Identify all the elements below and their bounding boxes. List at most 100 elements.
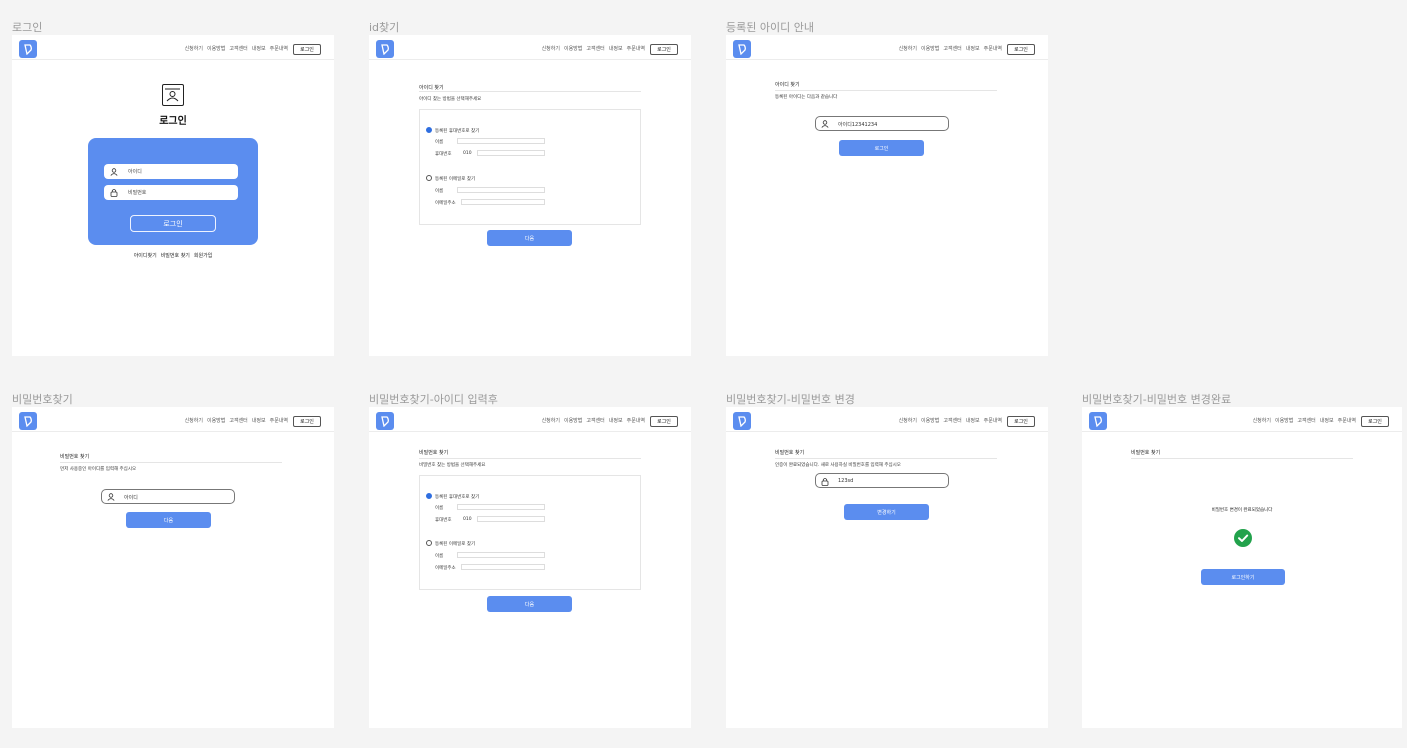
nav-item-support[interactable]: 고객센터 xyxy=(586,417,604,424)
radio-email[interactable] xyxy=(426,175,432,181)
nav-item-apply[interactable]: 신청하기 xyxy=(899,45,917,52)
email-field[interactable] xyxy=(461,199,545,205)
section-title: 비밀번호 찾기 xyxy=(60,454,90,460)
radio-phone-label: 등록된 휴대번호로 찾기 xyxy=(435,495,480,500)
nav-item-myinfo[interactable]: 내정보 xyxy=(609,417,623,424)
radio-phone[interactable] xyxy=(426,127,432,133)
divider xyxy=(60,462,282,463)
phone-field[interactable] xyxy=(477,516,545,522)
nav-item-support[interactable]: 고객센터 xyxy=(586,45,604,52)
next-button[interactable]: 다음 xyxy=(487,230,572,246)
header: 신청하기 이용방법 고객센터 내정보 주문내역 로그인 xyxy=(369,35,691,60)
new-password-input[interactable]: 123sd xyxy=(815,473,949,488)
header-login-button[interactable]: 로그인 xyxy=(293,416,321,427)
phone-prefix[interactable]: 010 xyxy=(463,151,472,156)
nav-item-orders[interactable]: 주문내역 xyxy=(984,45,1002,52)
name-label: 이름 xyxy=(435,506,444,511)
lock-icon xyxy=(821,477,829,486)
next-button[interactable]: 다음 xyxy=(487,596,572,612)
nav-item-howto[interactable]: 이용방법 xyxy=(564,417,582,424)
header-login-button[interactable]: 로그인 xyxy=(650,44,678,55)
logo-icon[interactable] xyxy=(1089,412,1107,430)
nav-item-myinfo[interactable]: 내정보 xyxy=(252,45,266,52)
nav-item-support[interactable]: 고객센터 xyxy=(1297,417,1315,424)
header-login-button[interactable]: 로그인 xyxy=(1007,416,1035,427)
header: 신청하기 이용방법 고객센터 내정보 주문내역 로그인 xyxy=(1082,407,1402,432)
nav-item-support[interactable]: 고객센터 xyxy=(229,45,247,52)
nav-item-howto[interactable]: 이용방법 xyxy=(207,417,225,424)
name-field[interactable] xyxy=(457,138,545,144)
change-password-button[interactable]: 변경하기 xyxy=(844,504,929,520)
frame-title-pw-done: 비밀번호찾기-비밀번호 변경완료 xyxy=(1082,393,1232,406)
nav-item-apply[interactable]: 신청하기 xyxy=(185,45,203,52)
nav-item-orders[interactable]: 주문내역 xyxy=(627,45,645,52)
header-login-button[interactable]: 로그인 xyxy=(1007,44,1035,55)
next-button[interactable]: 다음 xyxy=(126,512,211,528)
header: 신청하기 이용방법 고객센터 내정보 주문내역 로그인 xyxy=(726,35,1048,60)
logo-icon[interactable] xyxy=(733,40,751,58)
find-id-link[interactable]: 아이디찾기 xyxy=(134,252,157,259)
phone-label: 휴대번호 xyxy=(435,152,452,157)
header-login-button[interactable]: 로그인 xyxy=(650,416,678,427)
login-id-input[interactable]: 아이디 xyxy=(104,164,238,179)
nav-item-support[interactable]: 고객센터 xyxy=(943,417,961,424)
nav-item-apply[interactable]: 신청하기 xyxy=(185,417,203,424)
nav-item-orders[interactable]: 주문내역 xyxy=(270,45,288,52)
phone-field[interactable] xyxy=(477,150,545,156)
email-field[interactable] xyxy=(461,564,545,570)
frame-title-pw-change: 비밀번호찾기-비밀번호 변경 xyxy=(726,393,855,406)
header: 신청하기 이용방법 고객센터 내정보 주문내역 로그인 xyxy=(12,35,334,60)
nav-item-howto[interactable]: 이용방법 xyxy=(564,45,582,52)
section-desc: 인증이 완료되었습니다. 새로 사용하실 비밀번호를 입력해 주십시오 xyxy=(775,463,901,468)
nav-item-orders[interactable]: 주문내역 xyxy=(1338,417,1356,424)
logo-icon[interactable] xyxy=(376,412,394,430)
pw-id-input[interactable]: 아이디 xyxy=(101,489,235,504)
logo-icon[interactable] xyxy=(19,40,37,58)
signup-link[interactable]: 회원가입 xyxy=(194,252,212,259)
header: 신청하기 이용방법 고객센터 내정보 주문내역 로그인 xyxy=(726,407,1048,432)
nav-item-myinfo[interactable]: 내정보 xyxy=(252,417,266,424)
section-desc: 아이디 찾는 방법을 선택해주세요 xyxy=(419,97,482,102)
header-login-button[interactable]: 로그인 xyxy=(293,44,321,55)
logo-icon[interactable] xyxy=(733,412,751,430)
email-name-field[interactable] xyxy=(457,552,545,558)
nav-item-howto[interactable]: 이용방법 xyxy=(1275,417,1293,424)
nav-item-howto[interactable]: 이용방법 xyxy=(921,417,939,424)
frame-find-pw: 신청하기 이용방법 고객센터 내정보 주문내역 로그인 비밀번호 찾기 먼저 사… xyxy=(12,407,334,728)
nav-item-orders[interactable]: 주문내역 xyxy=(984,417,1002,424)
logo-icon[interactable] xyxy=(19,412,37,430)
header-login-button[interactable]: 로그인 xyxy=(1361,416,1389,427)
nav-item-myinfo[interactable]: 내정보 xyxy=(1320,417,1334,424)
nav-item-orders[interactable]: 주문내역 xyxy=(270,417,288,424)
nav-item-apply[interactable]: 신청하기 xyxy=(1253,417,1271,424)
login-button[interactable]: 로그인 xyxy=(839,140,924,156)
email-name-label: 이름 xyxy=(435,554,444,559)
logo-icon[interactable] xyxy=(376,40,394,58)
nav-item-support[interactable]: 고객센터 xyxy=(943,45,961,52)
go-login-button[interactable]: 로그인하기 xyxy=(1201,569,1285,585)
top-nav: 신청하기 이용방법 고객센터 내정보 주문내역 xyxy=(542,417,645,424)
name-field[interactable] xyxy=(457,504,545,510)
top-nav: 신청하기 이용방법 고객센터 내정보 주문내역 xyxy=(899,45,1002,52)
login-password-input[interactable]: 비밀번호 xyxy=(104,185,238,200)
section-desc: 등록된 아이디는 다음과 같습니다 xyxy=(775,95,838,100)
radio-email[interactable] xyxy=(426,540,432,546)
nav-item-support[interactable]: 고객센터 xyxy=(229,417,247,424)
nav-item-howto[interactable]: 이용방법 xyxy=(207,45,225,52)
section-title: 비밀번호 찾기 xyxy=(419,450,449,456)
frame-find-id: 신청하기 이용방법 고객센터 내정보 주문내역 로그인 아이디 찾기 아이디 찾… xyxy=(369,35,691,356)
nav-item-howto[interactable]: 이용방법 xyxy=(921,45,939,52)
nav-item-orders[interactable]: 주문내역 xyxy=(627,417,645,424)
radio-phone[interactable] xyxy=(426,493,432,499)
nav-item-apply[interactable]: 신청하기 xyxy=(542,417,560,424)
nav-item-myinfo[interactable]: 내정보 xyxy=(966,45,980,52)
nav-item-apply[interactable]: 신청하기 xyxy=(899,417,917,424)
frame-pw-done: 신청하기 이용방법 고객센터 내정보 주문내역 로그인 비밀번호 찾기 비밀번호… xyxy=(1082,407,1402,728)
login-submit-button[interactable]: 로그인 xyxy=(130,215,216,232)
nav-item-myinfo[interactable]: 내정보 xyxy=(609,45,623,52)
phone-prefix[interactable]: 010 xyxy=(463,517,472,522)
nav-item-myinfo[interactable]: 내정보 xyxy=(966,417,980,424)
find-pw-link[interactable]: 비밀번호 찾기 xyxy=(161,252,190,259)
nav-item-apply[interactable]: 신청하기 xyxy=(542,45,560,52)
email-name-field[interactable] xyxy=(457,187,545,193)
